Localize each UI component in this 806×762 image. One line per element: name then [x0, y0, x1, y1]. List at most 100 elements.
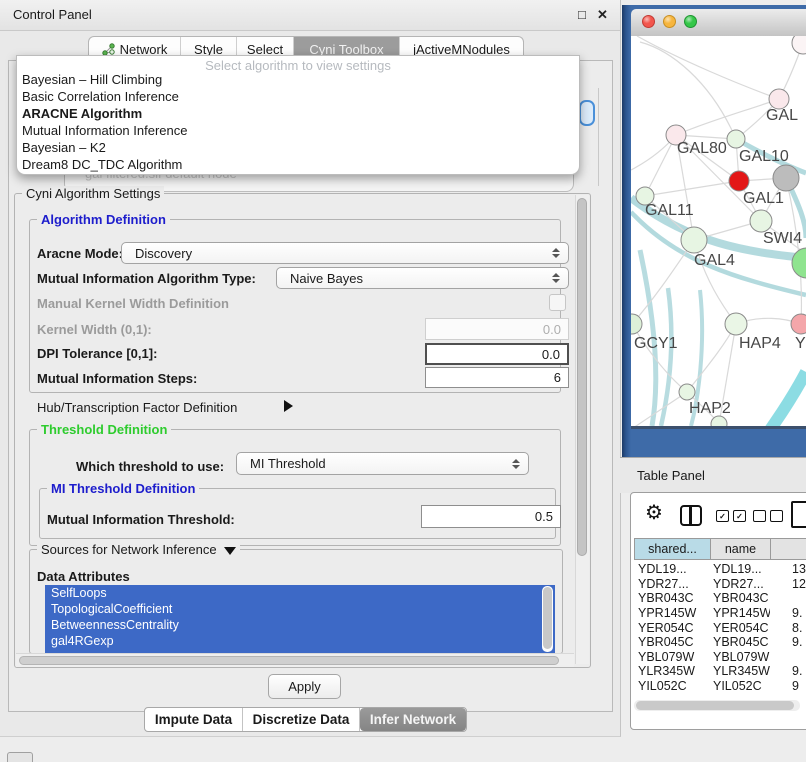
- close-window-icon[interactable]: ✕: [597, 7, 608, 23]
- table-row[interactable]: YDL19...YDL19...13: [634, 562, 806, 577]
- table-horizontal-scrollbar[interactable]: [634, 700, 800, 711]
- minimized-panel-button[interactable]: [7, 752, 33, 762]
- minimize-light[interactable]: [663, 15, 676, 28]
- focused-spinner-button[interactable]: [579, 100, 595, 126]
- mi-threshold-field[interactable]: 0.5: [421, 505, 561, 528]
- table-cell: 12: [770, 577, 806, 591]
- table-cell: YBR045C: [710, 635, 770, 649]
- table-cell: YBR043C: [710, 591, 770, 605]
- network-node[interactable]: [791, 314, 806, 334]
- float-window-icon[interactable]: □: [578, 7, 586, 22]
- mi-steps-field[interactable]: 6: [425, 367, 569, 388]
- list-scrollbar[interactable]: [542, 586, 553, 652]
- table-row[interactable]: YIL052CYIL052C9: [634, 679, 806, 694]
- table-row[interactable]: YBR045CYBR045C9.: [634, 635, 806, 650]
- settings-vertical-scrollbar[interactable]: [575, 195, 589, 664]
- network-node[interactable]: [681, 227, 707, 253]
- table-body: YDL19...YDL19...13YDR27...YDR27...12YBR0…: [634, 562, 806, 693]
- table-hscroll-thumb[interactable]: [636, 701, 794, 710]
- aracne-mode-label: Aracne Mode:: [37, 246, 123, 261]
- collapse-down-icon[interactable]: [224, 547, 236, 555]
- attribute-item-gal4rgexp[interactable]: gal4RGexp: [45, 633, 555, 649]
- table-row[interactable]: YBR043CYBR043C: [634, 591, 806, 606]
- algorithm-option-mutual-information-inference[interactable]: Mutual Information Inference: [20, 123, 576, 140]
- list-scrollbar-thumb[interactable]: [543, 587, 552, 649]
- unchecked-columns-icon[interactable]: [753, 510, 783, 522]
- tab-discretize-data[interactable]: Discretize Data: [243, 708, 360, 731]
- node-label-gal: GAL: [766, 107, 798, 124]
- sources-title[interactable]: Sources for Network Inference: [37, 542, 240, 557]
- manual-kernel-checkbox[interactable]: [549, 294, 566, 311]
- attribute-item-selfloops[interactable]: SelfLoops: [45, 585, 555, 601]
- node-label-hap4: HAP4: [739, 335, 781, 352]
- settings-vscroll-thumb[interactable]: [577, 198, 587, 556]
- algorithm-option-basic-correlation-inference[interactable]: Basic Correlation Inference: [20, 89, 576, 106]
- hub-definition-label[interactable]: Hub/Transcription Factor Definition: [37, 400, 237, 415]
- table-row[interactable]: YPR145WYPR145W9.: [634, 606, 806, 621]
- algorithm-option-dream8-dc-tdc-algorithm[interactable]: Dream8 DC_TDC Algorithm: [20, 157, 576, 174]
- network-node[interactable]: [792, 248, 806, 278]
- table-row[interactable]: YLR345WYLR345W9.: [634, 664, 806, 679]
- column-header-partial[interactable]: [771, 539, 806, 559]
- dpi-tolerance-field[interactable]: 0.0: [425, 343, 569, 365]
- table-row[interactable]: YDR27...YDR27...12: [634, 577, 806, 592]
- zoom-light[interactable]: [684, 15, 697, 28]
- algorithm-option-aracne-algorithm[interactable]: ARACNE Algorithm: [20, 106, 576, 123]
- expander-right-icon[interactable]: [284, 400, 293, 412]
- algorithm-option-bayesian-k2[interactable]: Bayesian – K2: [20, 140, 576, 157]
- data-attributes-list[interactable]: SelfLoopsTopologicalCoefficientBetweenne…: [45, 585, 555, 653]
- mi-type-label: Mutual Information Algorithm Type:: [37, 271, 256, 286]
- columns-icon[interactable]: [680, 505, 702, 526]
- algorithm-option-bayesian-hill-climbing[interactable]: Bayesian – Hill Climbing: [20, 72, 576, 89]
- table-panel: ⚙ ✓✓ shared... name YDL19...YDL19...13YD…: [630, 492, 806, 730]
- which-threshold-select[interactable]: MI Threshold: [236, 452, 529, 475]
- network-node[interactable]: [729, 171, 749, 191]
- network-node[interactable]: [773, 165, 799, 191]
- mi-type-select[interactable]: Naive Bayes: [276, 267, 569, 289]
- table-cell: 8.: [770, 621, 806, 635]
- cyni-settings-group: Cyni Algorithm Settings Algorithm Defini…: [14, 193, 591, 668]
- node-label-gal80: GAL80: [677, 140, 727, 157]
- attribute-item-topologicalcoefficient[interactable]: TopologicalCoefficient: [45, 601, 555, 617]
- column-header-shared-name[interactable]: shared...: [635, 539, 711, 559]
- aracne-mode-select[interactable]: Discovery: [121, 242, 569, 264]
- network-node[interactable]: [769, 89, 789, 109]
- network-node[interactable]: [679, 384, 695, 400]
- checked-columns-icon[interactable]: ✓✓: [716, 510, 746, 522]
- column-header-name[interactable]: name: [711, 539, 771, 559]
- apply-button[interactable]: Apply: [268, 674, 341, 699]
- table-row[interactable]: YBL079WYBL079W: [634, 650, 806, 665]
- gear-icon[interactable]: ⚙: [645, 503, 663, 523]
- settings-horizontal-scrollbar[interactable]: [16, 653, 574, 667]
- kernel-width-field[interactable]: 0.0: [425, 318, 569, 340]
- table-cell: YBL079W: [710, 650, 770, 664]
- network-window-titlebar[interactable]: [631, 9, 806, 37]
- network-node[interactable]: [725, 313, 747, 335]
- node-label-gal11: GAL11: [645, 202, 694, 219]
- tab-impute-data[interactable]: Impute Data: [145, 708, 243, 731]
- manual-kernel-label: Manual Kernel Width Definition: [37, 296, 229, 311]
- control-panel-window: Control Panel □ ✕ NetworkStyleSelectCyni…: [0, 0, 621, 737]
- table-cell: YPR145W: [710, 606, 770, 620]
- table-row[interactable]: YER054CYER054C8.: [634, 620, 806, 635]
- attribute-item-betweennesscentrality[interactable]: BetweennessCentrality: [45, 617, 555, 633]
- close-light[interactable]: [642, 15, 655, 28]
- network-node[interactable]: [727, 130, 745, 148]
- network-node[interactable]: [631, 314, 642, 334]
- table-cell: 9.: [770, 664, 806, 678]
- window-shadow: [631, 426, 806, 429]
- document-icon[interactable]: [791, 501, 806, 528]
- algorithm-definition-title: Algorithm Definition: [37, 212, 170, 227]
- table-cell: YDR27...: [710, 577, 770, 591]
- table-cell: YER054C: [710, 621, 770, 635]
- table-cell: 9.: [770, 635, 806, 649]
- network-view[interactable]: GALGAL80GAL10GAL11GAL1SWI4GAL4GCY1HAP4YH…: [631, 36, 806, 426]
- network-node[interactable]: [750, 210, 772, 232]
- settings-hscroll-thumb[interactable]: [19, 656, 559, 665]
- node-label-hap2: HAP2: [689, 400, 731, 417]
- table-cell: YDR27...: [634, 577, 710, 591]
- network-node-labels: GALGAL80GAL10GAL11GAL1SWI4GAL4GCY1HAP4YH…: [634, 107, 806, 417]
- node-label-y: Y: [795, 335, 806, 352]
- network-node[interactable]: [792, 36, 806, 54]
- tab-infer-network[interactable]: Infer Network: [360, 708, 466, 731]
